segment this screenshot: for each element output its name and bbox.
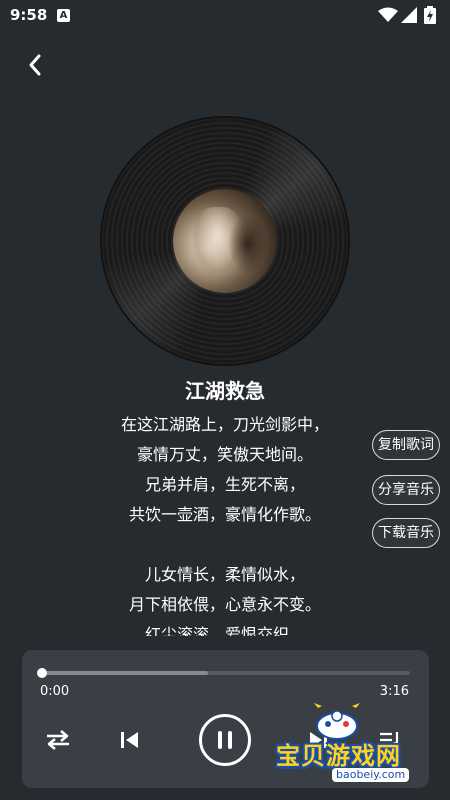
previous-button[interactable] bbox=[114, 726, 146, 754]
current-time: 0:00 bbox=[40, 684, 70, 699]
pause-icon bbox=[199, 714, 251, 766]
playlist-button[interactable] bbox=[374, 726, 406, 754]
album-cover bbox=[173, 189, 277, 293]
pause-button[interactable] bbox=[198, 713, 252, 767]
shuffle-button[interactable] bbox=[42, 726, 74, 754]
previous-icon bbox=[121, 732, 138, 748]
lyric-line bbox=[75, 530, 375, 560]
playlist-icon bbox=[380, 732, 399, 748]
progress-knob[interactable] bbox=[37, 668, 47, 678]
lyric-line: 红尘滚滚，爱恨交织， bbox=[144, 625, 305, 636]
progress-bar[interactable] bbox=[37, 668, 410, 678]
copy-lyrics-button[interactable]: 复制歌词 bbox=[372, 430, 440, 460]
chevron-left-icon bbox=[29, 54, 41, 76]
status-bar: 9:58 A bbox=[0, 0, 450, 32]
lyric-line: 月下相依偎，心意永不变。 bbox=[128, 595, 321, 614]
vinyl-record bbox=[102, 118, 348, 364]
notification-badge-icon: A bbox=[57, 9, 70, 22]
wifi-icon bbox=[378, 7, 398, 22]
duration: 3:16 bbox=[379, 684, 409, 699]
lyric-line: 豪情万丈，笑傲天地间。 bbox=[136, 445, 313, 464]
lyric-line: 在这江湖路上，刀光剑影中， bbox=[120, 415, 329, 434]
lyrics-panel[interactable]: 在这江湖路上，刀光剑影中， 豪情万丈，笑傲天地间。 兄弟并肩，生死不离， 共饮一… bbox=[75, 410, 375, 636]
lyric-line: 兄弟并肩，生死不离， bbox=[144, 475, 305, 494]
signal-icon bbox=[401, 7, 417, 23]
player-panel: 0:00 3:16 bbox=[22, 650, 429, 788]
lyric-line: 儿女情长，柔情似水， bbox=[144, 565, 305, 584]
status-icons bbox=[378, 6, 442, 24]
back-button[interactable] bbox=[20, 50, 50, 80]
share-music-button[interactable]: 分享音乐 bbox=[372, 475, 440, 505]
next-icon bbox=[310, 732, 327, 748]
progress-buffered bbox=[42, 671, 208, 675]
battery-icon bbox=[424, 6, 436, 24]
song-title: 江湖救急 bbox=[185, 379, 265, 403]
status-time: 9:58 bbox=[10, 6, 48, 24]
lyric-line: 共饮一壶酒，豪情化作歌。 bbox=[128, 505, 321, 524]
download-music-button[interactable]: 下载音乐 bbox=[372, 518, 440, 548]
next-button[interactable] bbox=[302, 726, 334, 754]
shuffle-icon bbox=[47, 730, 69, 750]
